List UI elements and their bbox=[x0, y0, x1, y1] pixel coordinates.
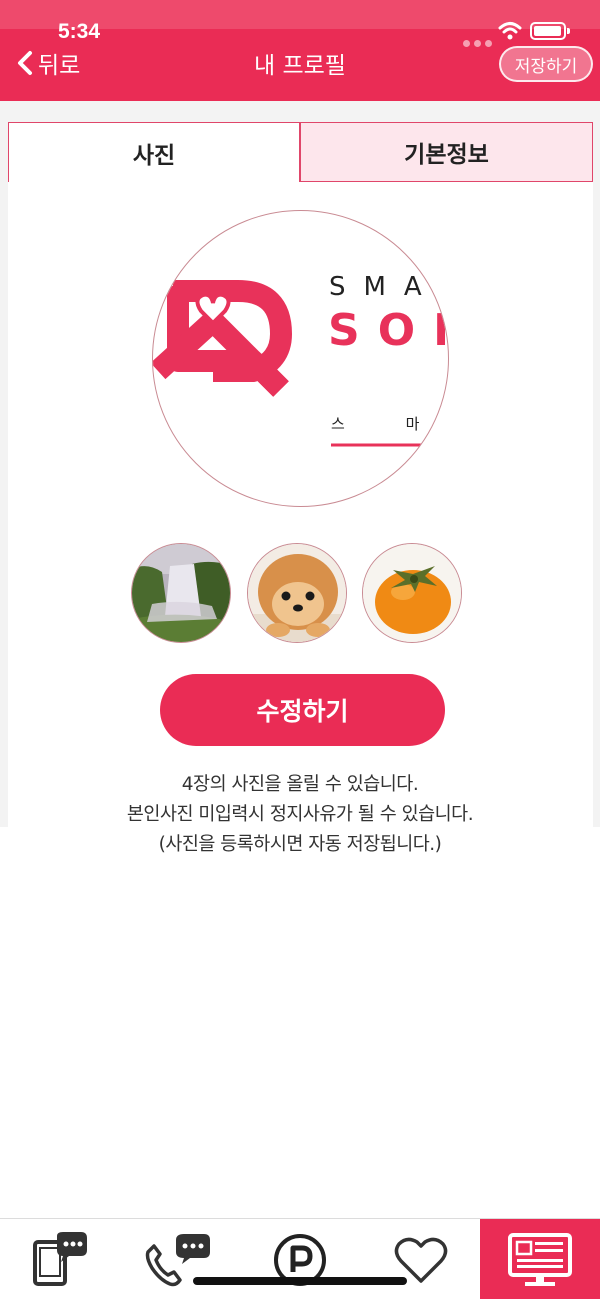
nav-points[interactable] bbox=[237, 1219, 362, 1299]
tab-photo[interactable]: 사진 bbox=[8, 122, 300, 182]
nav-favorites[interactable] bbox=[362, 1219, 480, 1299]
thumbnail-photo-persimmon[interactable] bbox=[362, 543, 462, 643]
bottom-navigation bbox=[0, 1218, 600, 1299]
nav-messages[interactable] bbox=[0, 1219, 117, 1299]
home-indicator bbox=[193, 1277, 407, 1285]
info-text-autosave: (사진을 등록하시면 자동 저장됩니다.) bbox=[158, 834, 442, 855]
svg-text:스 마: 스 마 bbox=[331, 415, 447, 433]
save-button[interactable]: 저장하기 bbox=[499, 46, 593, 82]
info-text-photo-limit: 4장의 사진을 올릴 수 있습니다. bbox=[181, 774, 419, 795]
nav-my-profile[interactable] bbox=[480, 1219, 600, 1299]
nav-calls[interactable] bbox=[117, 1219, 237, 1299]
svg-text:SOM: SOM bbox=[328, 305, 449, 356]
tab-basic-info[interactable]: 기본정보 bbox=[300, 122, 593, 182]
persimmon-image bbox=[363, 544, 461, 642]
profile-board-icon bbox=[508, 1232, 572, 1286]
status-time: 5:34 bbox=[58, 20, 101, 43]
svg-text:SMA: SMA bbox=[329, 272, 440, 302]
thumbnail-photo-puppy[interactable] bbox=[247, 543, 347, 643]
brand-logo-icon: SMA SOM 스 마 bbox=[153, 272, 449, 447]
puppy-image bbox=[248, 544, 346, 642]
edit-photos-button[interactable]: 수정하기 bbox=[160, 674, 445, 746]
wifi-icon bbox=[498, 22, 522, 40]
main-profile-photo[interactable]: SMA SOM 스 마 bbox=[152, 210, 449, 507]
phone-chat-icon bbox=[32, 1231, 87, 1286]
waterfall-image bbox=[132, 544, 230, 642]
battery-icon bbox=[530, 22, 570, 40]
info-text-suspension-warning: 본인사진 미입력시 정지사유가 될 수 있습니다. bbox=[126, 804, 474, 825]
top-bar: 5:34 뒤로 내 프로필 저장하기 bbox=[0, 0, 600, 101]
thumbnail-photo-waterfall[interactable] bbox=[131, 543, 231, 643]
